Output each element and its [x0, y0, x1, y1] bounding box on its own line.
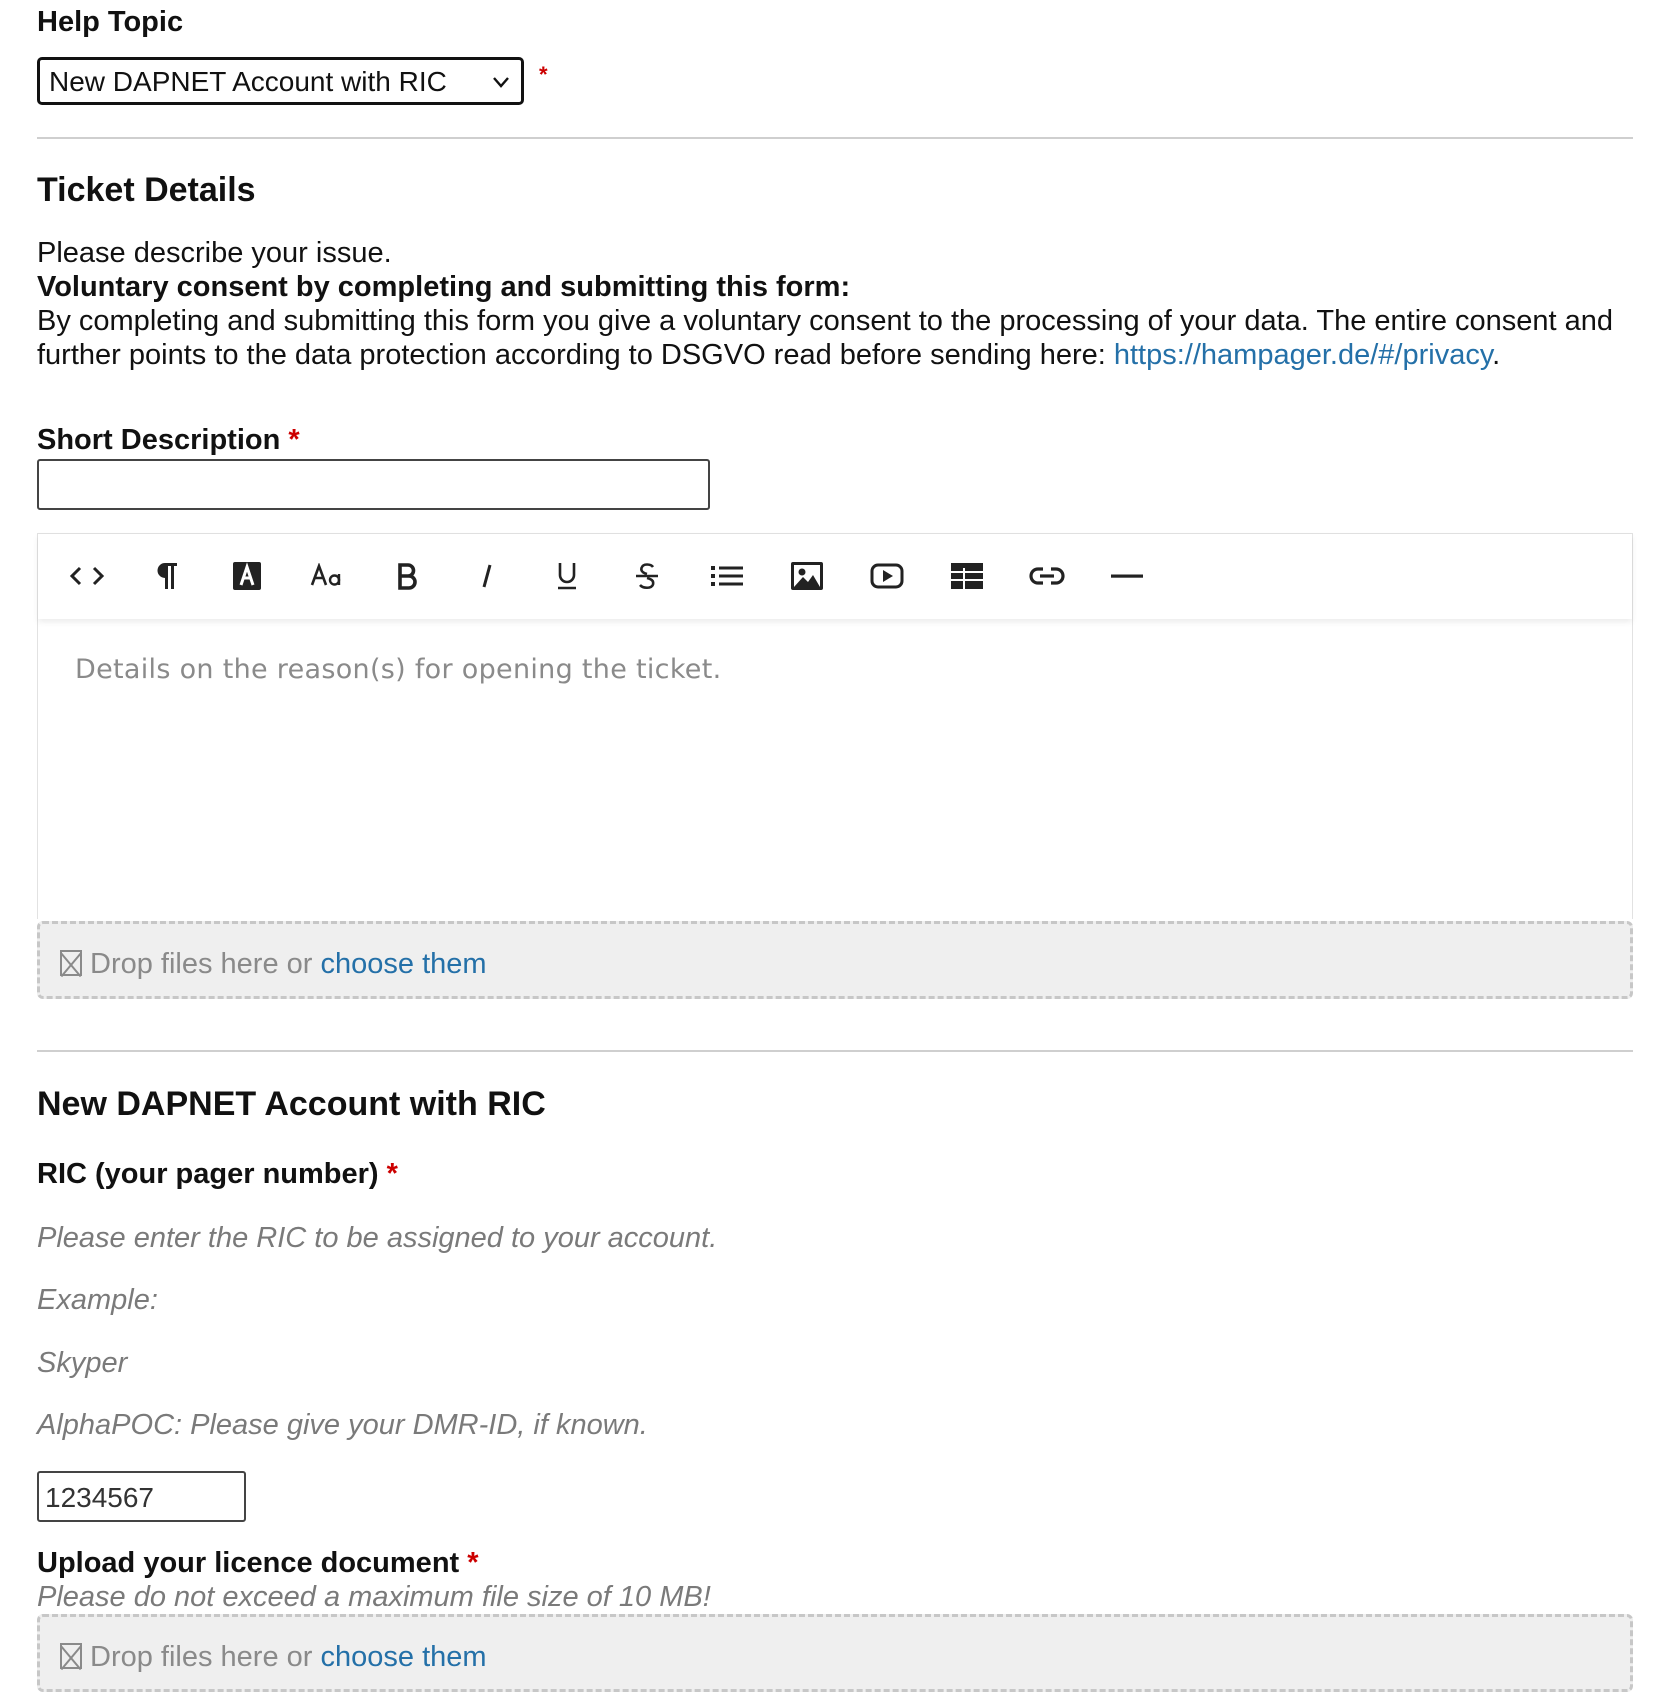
required-marker: * — [386, 1158, 398, 1190]
required-marker: * — [467, 1547, 479, 1579]
help-topic-select[interactable]: New DAPNET Account with RIC — [37, 57, 524, 105]
licence-file-dropzone[interactable]: Drop files here or choose them — [37, 1614, 1633, 1692]
ric-hint: Example: — [37, 1284, 158, 1316]
strikethrough-button[interactable] — [624, 556, 670, 596]
ric-hint: AlphaPOC: Please give your DMR-ID, if kn… — [37, 1409, 648, 1441]
underline-icon — [558, 563, 576, 590]
choose-files-link[interactable]: choose them — [321, 948, 487, 980]
choose-files-link[interactable]: choose them — [321, 1641, 487, 1673]
code-view-button[interactable] — [64, 556, 110, 596]
paragraph-icon — [157, 563, 177, 589]
horizontal-rule-button[interactable] — [1104, 556, 1150, 596]
consent-heading: Voluntary consent by completing and subm… — [37, 271, 851, 303]
required-marker: * — [539, 62, 548, 87]
table-icon — [951, 563, 983, 589]
ticket-details-intro: Please describe your issue. Voluntary co… — [37, 236, 1633, 372]
editor-file-dropzone[interactable]: Drop files here or choose them — [37, 921, 1633, 999]
italic-button[interactable] — [464, 556, 510, 596]
short-description-input[interactable] — [37, 459, 710, 510]
file-attach-icon — [60, 950, 82, 976]
divider — [37, 1050, 1633, 1052]
ric-input[interactable]: 1234567 — [37, 1471, 246, 1522]
consent-period: . — [1492, 339, 1501, 371]
image-button[interactable] — [784, 556, 830, 596]
paragraph-button[interactable] — [144, 556, 190, 596]
font-size-icon — [310, 563, 341, 586]
divider — [37, 137, 1633, 139]
ticket-details-title: Ticket Details — [37, 171, 256, 209]
bold-icon — [398, 563, 417, 590]
underline-button[interactable] — [544, 556, 590, 596]
code-icon — [69, 566, 105, 586]
video-icon — [870, 563, 904, 589]
editor-placeholder[interactable]: Details on the reason(s) for opening the… — [75, 654, 721, 685]
link-button[interactable] — [1024, 556, 1070, 596]
help-topic-selected-value: New DAPNET Account with RIC — [49, 66, 447, 97]
privacy-link[interactable]: https://hampager.de/#/privacy — [1114, 339, 1492, 371]
help-topic-label: Help Topic — [37, 6, 184, 38]
dropzone-text: Drop files here or — [90, 948, 321, 980]
link-icon — [1029, 567, 1065, 585]
rich-text-editor: Details on the reason(s) for opening the… — [37, 533, 1633, 919]
chevron-down-icon — [493, 77, 509, 88]
video-button[interactable] — [864, 556, 910, 596]
short-description-label: Short Description * — [37, 424, 300, 457]
strikethrough-icon — [636, 563, 658, 590]
table-button[interactable] — [944, 556, 990, 596]
ric-label-text: RIC (your pager number) — [37, 1158, 379, 1190]
ric-label: RIC (your pager number) * — [37, 1158, 398, 1191]
italic-icon — [482, 564, 492, 588]
short-description-label-text: Short Description — [37, 424, 281, 456]
upload-size-hint: Please do not exceed a maximum file size… — [37, 1581, 711, 1613]
text-color-button[interactable] — [224, 556, 270, 596]
image-icon — [791, 562, 823, 590]
ric-hint: Please enter the RIC to be assigned to y… — [37, 1222, 718, 1254]
editor-toolbar — [38, 534, 1632, 619]
dropzone-text: Drop files here or — [90, 1641, 321, 1673]
ric-hint: Skyper — [37, 1347, 128, 1379]
consent-paragraph: By completing and submitting this form y… — [37, 304, 1633, 372]
font-size-button[interactable] — [304, 556, 350, 596]
horizontal-rule-icon — [1111, 574, 1143, 578]
upload-licence-label: Upload your licence document * — [37, 1547, 478, 1580]
file-attach-icon — [60, 1643, 82, 1669]
bold-button[interactable] — [384, 556, 430, 596]
dapnet-section-title: New DAPNET Account with RIC — [37, 1085, 546, 1123]
required-marker: * — [288, 424, 300, 456]
list-icon — [711, 566, 743, 586]
text-color-icon — [233, 562, 261, 590]
upload-licence-label-text: Upload your licence document — [37, 1547, 460, 1579]
intro-line: Please describe your issue. — [37, 237, 392, 269]
list-button[interactable] — [704, 556, 750, 596]
